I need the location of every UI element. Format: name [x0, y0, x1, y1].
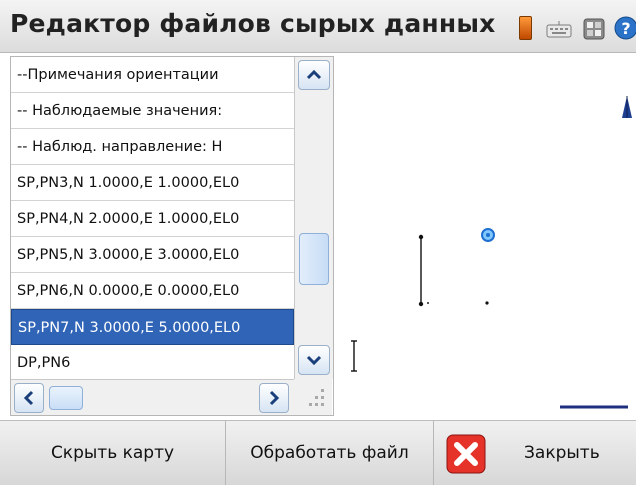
list-item[interactable]: SP,PN4,N 2.0000,E 1.0000,EL0: [11, 201, 294, 237]
chevron-right-icon: [269, 390, 280, 406]
close-icon: [446, 434, 486, 474]
help-icon[interactable]: ?: [614, 16, 636, 40]
map-icon[interactable]: [583, 18, 605, 40]
close-button[interactable]: Закрыть: [434, 421, 636, 485]
list-item[interactable]: -- Наблюдаемые значения:: [11, 93, 294, 129]
chevron-left-icon: [23, 390, 34, 406]
survey-point-marker[interactable]: [481, 228, 495, 242]
window-title: Редактор файлов сырых данных: [10, 9, 496, 38]
list-item[interactable]: --Примечания ориентации: [11, 57, 294, 93]
scroll-down-button[interactable]: [298, 345, 330, 375]
map-view[interactable]: [338, 56, 636, 414]
horizontal-scrollbar[interactable]: [11, 379, 294, 415]
resize-grip-icon: [309, 389, 324, 406]
list-item[interactable]: -- Наблюд. направление: Н: [11, 129, 294, 165]
list-item[interactable]: DP,PN6: [11, 345, 294, 381]
scroll-up-button[interactable]: [298, 60, 330, 90]
battery-icon: [519, 16, 532, 40]
title-bar: Редактор файлов сырых данных ?: [0, 0, 636, 53]
list-item[interactable]: SP,PN5,N 3.0000,E 3.0000,EL0: [11, 237, 294, 273]
scroll-left-button[interactable]: [14, 383, 44, 413]
list-item[interactable]: SP,PN3,N 1.0000,E 1.0000,EL0: [11, 165, 294, 201]
list-item[interactable]: SP,PN6,N 0.0000,E 0.0000,EL0: [11, 273, 294, 309]
vertical-scrollbar[interactable]: [294, 57, 333, 379]
hide-map-button[interactable]: Скрыть карту: [0, 421, 226, 485]
scroll-right-button[interactable]: [259, 383, 289, 413]
raw-data-list[interactable]: --Примечания ориентации -- Наблюдаемые зн…: [10, 56, 334, 416]
keyboard-icon[interactable]: [546, 20, 572, 38]
survey-point: [485, 301, 489, 305]
process-file-button[interactable]: Обработать файл: [226, 421, 434, 485]
close-button-label: Закрыть: [524, 443, 600, 463]
chevron-down-icon: [306, 355, 322, 366]
vertical-scroll-thumb[interactable]: [299, 233, 329, 285]
bottom-toolbar: Скрыть карту Обработать файл Закрыть: [0, 420, 636, 485]
resize-grip: [294, 379, 332, 415]
chevron-up-icon: [306, 69, 322, 80]
horizontal-scroll-thumb[interactable]: [49, 386, 83, 410]
list-item-selected[interactable]: SP,PN7,N 3.0000,E 5.0000,EL0: [11, 309, 294, 345]
svg-text:?: ?: [621, 19, 630, 38]
